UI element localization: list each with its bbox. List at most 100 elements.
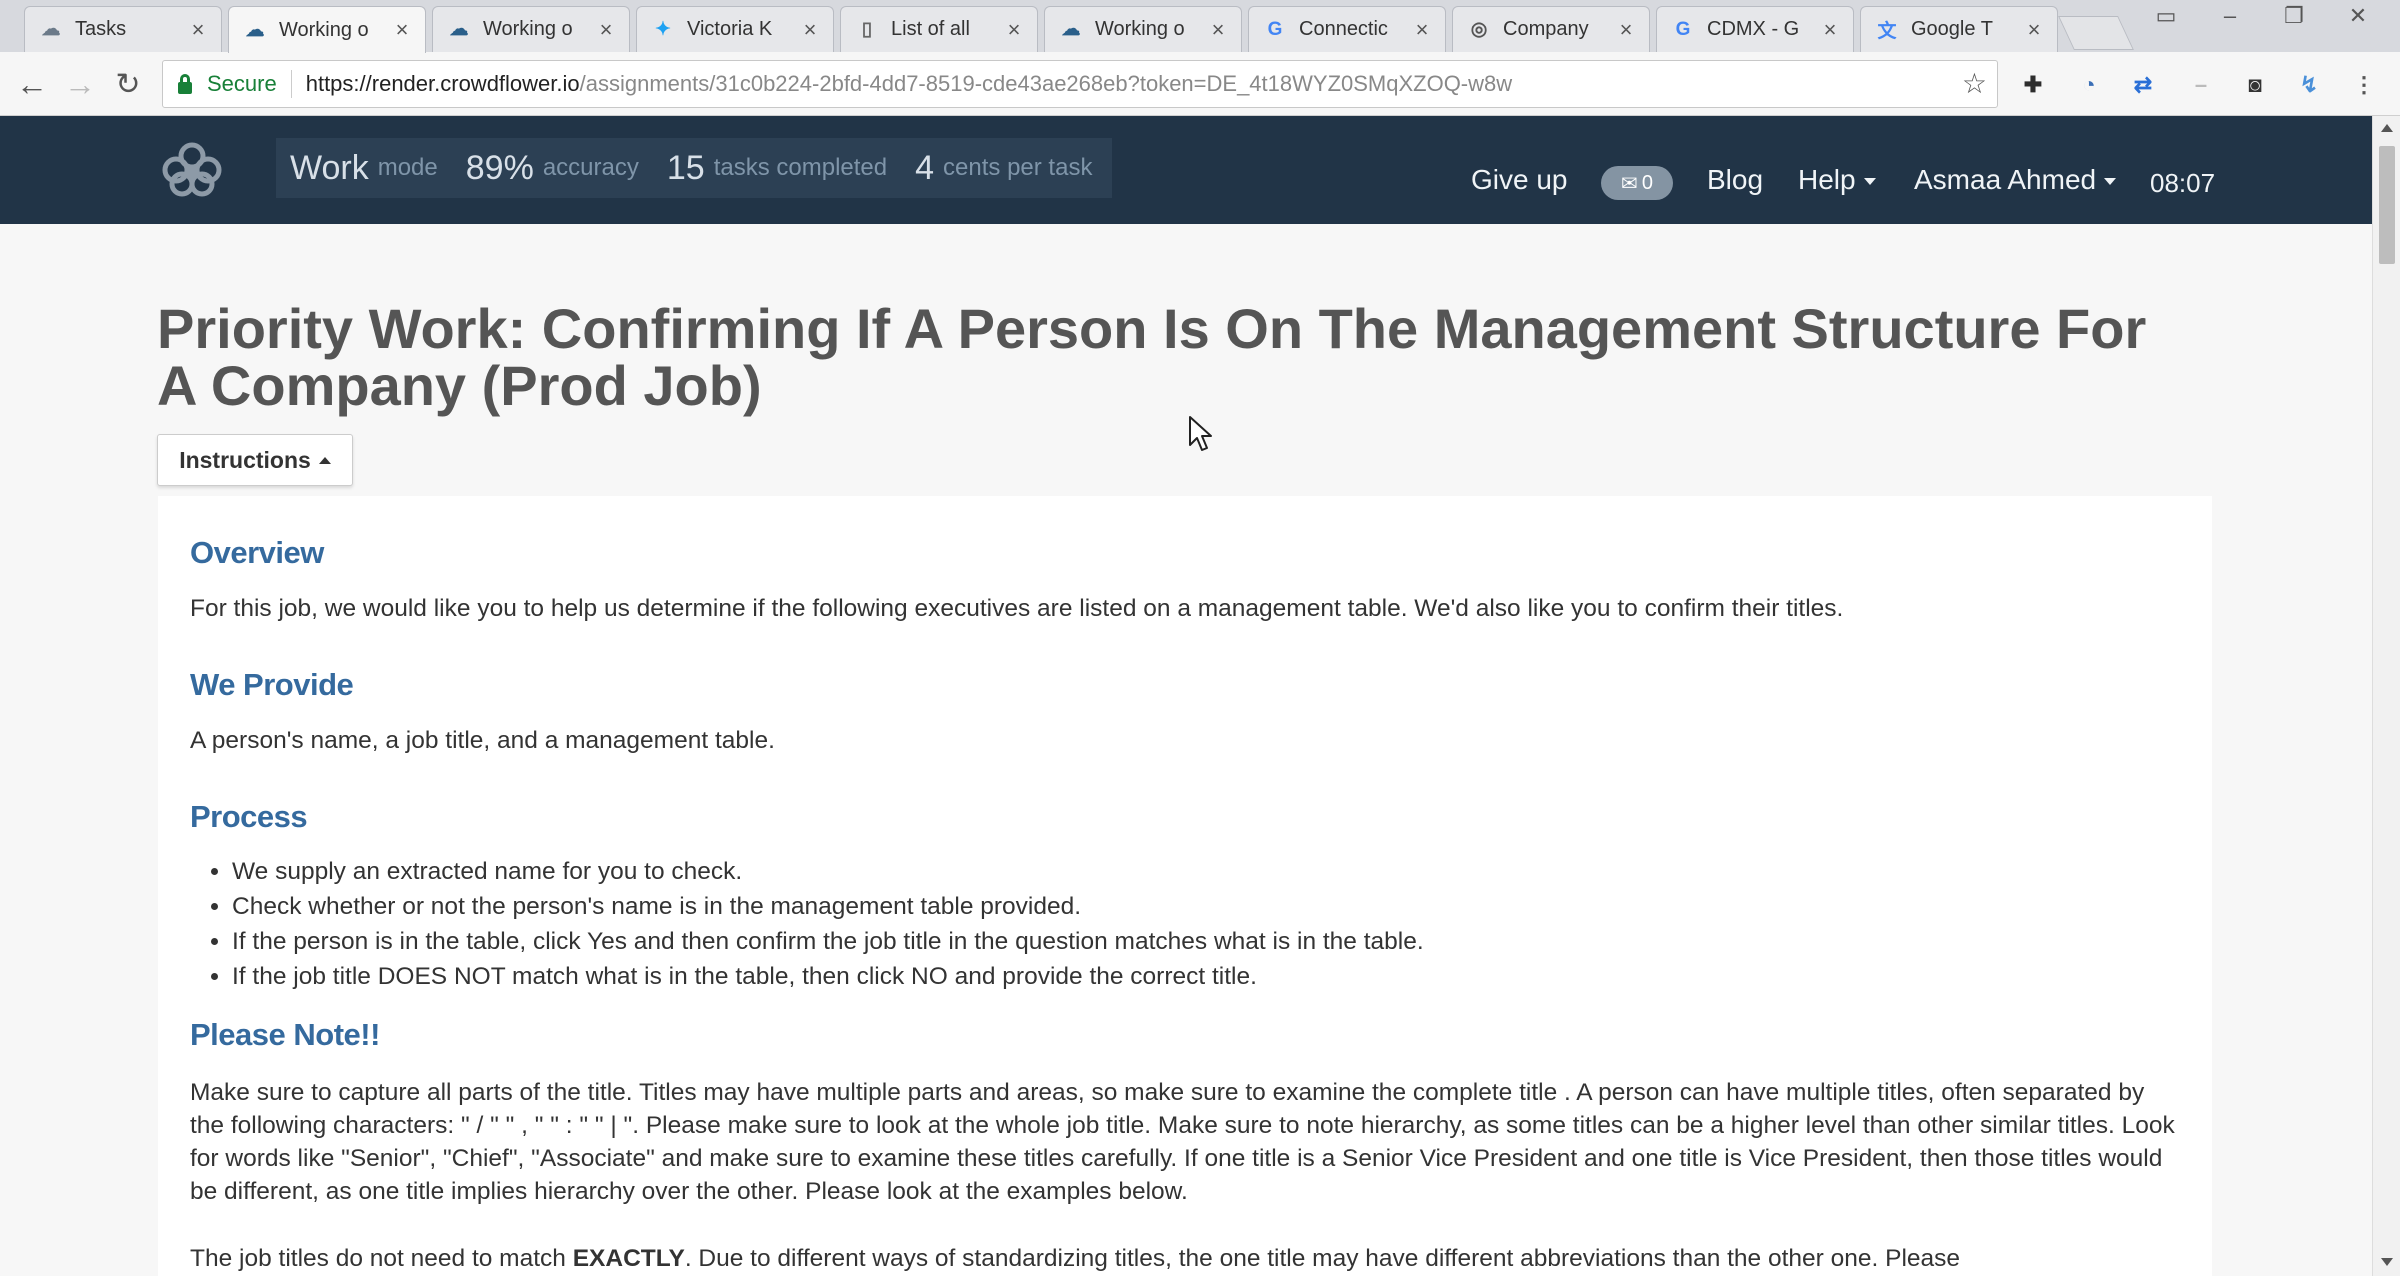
browser-tab-strip: ☁ Tasks × ☁ Working o × ☁ Working o × ✦ …: [0, 0, 2400, 53]
url-host: https://render.crowdflower.io: [305, 71, 580, 96]
secure-label: Secure: [207, 71, 277, 96]
give-up-link[interactable]: Give up: [1471, 164, 1568, 196]
user-profile-icon[interactable]: ▭: [2134, 0, 2198, 32]
close-icon[interactable]: ×: [187, 17, 209, 43]
process-heading: Process: [190, 799, 308, 834]
list-item: Check whether or not the person's name i…: [232, 889, 2132, 924]
messages-badge[interactable]: ✉ 0: [1601, 166, 1673, 200]
close-icon[interactable]: ×: [799, 17, 821, 43]
cents-per-task-value: 4: [915, 148, 935, 187]
page-scrollbar[interactable]: [2372, 116, 2400, 1276]
browser-tab-active[interactable]: ☁ Working o ×: [228, 6, 426, 53]
list-item: If the person is in the table, click Yes…: [232, 924, 2132, 959]
close-icon[interactable]: ×: [2023, 17, 2045, 43]
accuracy-label: accuracy: [542, 154, 639, 181]
extension-icon[interactable]: –: [2186, 70, 2216, 100]
title-match-emphasis: EXACTLY: [572, 1245, 685, 1272]
window-controls: ▭ – ❐ ✕: [2134, 0, 2390, 32]
scroll-up-arrow-icon[interactable]: [2381, 124, 2393, 132]
close-icon[interactable]: ×: [595, 17, 617, 43]
address-bar[interactable]: Secure https://render.crowdflower.io/ass…: [162, 60, 1998, 108]
close-icon[interactable]: ×: [1003, 17, 1025, 43]
tasks-completed-value: 15: [666, 148, 705, 187]
tab-title: Company: [1503, 18, 1589, 40]
browser-tab[interactable]: ▯ List of all ×: [840, 6, 1038, 52]
new-tab-button[interactable]: [2058, 16, 2134, 50]
extension-icon[interactable]: ◔: [2074, 70, 2104, 100]
close-icon[interactable]: ×: [1411, 17, 1433, 43]
mode-value: Work: [290, 148, 369, 187]
caret-up-icon: [318, 456, 331, 464]
close-icon[interactable]: ×: [1819, 17, 1841, 43]
divider: [290, 70, 292, 98]
page-favicon-icon: ▯: [861, 19, 873, 40]
browser-tab[interactable]: ✦ Victoria K ×: [636, 6, 834, 52]
translate-extension-icon[interactable]: ⇄: [2128, 70, 2158, 100]
title-match-prefix: The job titles do not need to match: [190, 1245, 573, 1272]
browser-tab[interactable]: ☁ Working o ×: [1044, 6, 1242, 52]
back-icon[interactable]: ←: [12, 64, 52, 104]
google-favicon-icon: G: [1267, 18, 1283, 40]
blog-link[interactable]: Blog: [1707, 164, 1763, 196]
help-label: Help: [1798, 164, 1856, 195]
instructions-button-label: Instructions: [179, 446, 311, 473]
accuracy-value: 89%: [465, 148, 534, 187]
close-window-icon[interactable]: ✕: [2326, 0, 2390, 32]
tab-title: List of all: [891, 18, 970, 40]
task-timer: 08:07: [2150, 168, 2216, 198]
tab-title: Connectic: [1299, 18, 1388, 40]
worker-stats: Work mode 89% accuracy 15 tasks complete…: [276, 138, 1113, 198]
user-menu[interactable]: Asmaa Ahmed: [1914, 164, 2117, 196]
tab-title: CDMX - G: [1707, 18, 1800, 40]
tab-title: Google T: [1911, 18, 1993, 40]
reload-icon[interactable]: ↻: [108, 64, 148, 104]
close-icon[interactable]: ×: [1207, 17, 1229, 43]
list-item: If the job title DOES NOT match what is …: [232, 959, 2132, 994]
mail-count: 0: [1641, 171, 1653, 194]
extension-icon[interactable]: ◙: [2240, 70, 2270, 100]
list-item: We supply an extracted name for you to c…: [232, 854, 2132, 889]
mode-label: mode: [377, 154, 438, 181]
menu-kebab-icon[interactable]: ⋮: [2353, 70, 2375, 100]
please-note-text: Make sure to capture all parts of the ti…: [190, 1079, 2175, 1205]
overview-heading: Overview: [190, 535, 324, 570]
forward-icon[interactable]: →: [60, 64, 100, 104]
tab-title: Working o: [1095, 18, 1185, 40]
extension-icon[interactable]: ✚: [2018, 70, 2048, 100]
maximize-icon[interactable]: ❐: [2262, 0, 2326, 32]
process-list: We supply an extracted name for you to c…: [232, 854, 2132, 994]
overview-text: For this job, we would like you to help …: [190, 595, 1844, 622]
extension-icon[interactable]: ↯: [2294, 70, 2324, 100]
title-match-suffix: . Due to different ways of standardizing…: [684, 1245, 1961, 1272]
browser-tab[interactable]: ◎ Company ×: [1452, 6, 1650, 52]
url-path: /assignments/31c0b224-2bfd-4dd7-8519-cde…: [579, 71, 1513, 96]
instructions-toggle-button[interactable]: Instructions: [157, 434, 353, 486]
crowdflower-logo-icon: [162, 142, 222, 197]
crowdflower-favicon-icon: ☁: [245, 19, 265, 41]
close-icon[interactable]: ×: [1615, 17, 1637, 43]
page-title: Priority Work: Confirming If A Person Is…: [157, 297, 2147, 417]
help-menu[interactable]: Help: [1798, 164, 1876, 196]
title-match-text: The job titles do not need to match EXAC…: [190, 1242, 2390, 1275]
crowdflower-favicon-icon: ☁: [1061, 19, 1081, 40]
browser-tab[interactable]: G Connectic ×: [1248, 6, 1446, 52]
user-name: Asmaa Ahmed: [1914, 164, 2097, 195]
browser-tab[interactable]: 文 Google T ×: [1860, 6, 2058, 52]
crowdflower-favicon-icon: ☁: [41, 19, 61, 40]
please-note-heading: Please Note!!: [190, 1017, 380, 1052]
chevron-down-icon: [1863, 178, 1876, 186]
close-icon[interactable]: ×: [391, 17, 413, 43]
scroll-thumb[interactable]: [2379, 146, 2395, 264]
lock-icon: [177, 74, 193, 94]
globe-favicon-icon: ◎: [1470, 19, 1488, 40]
mail-icon: ✉: [1621, 172, 1638, 195]
bookmark-star-icon[interactable]: ☆: [1962, 67, 1987, 100]
chevron-down-icon: [2104, 178, 2117, 186]
browser-tab[interactable]: ☁ Working o ×: [432, 6, 630, 52]
google-translate-favicon-icon: 文: [1877, 21, 1897, 42]
cents-per-task-label: cents per task: [943, 154, 1093, 181]
google-favicon-icon: G: [1675, 18, 1691, 40]
minimize-icon[interactable]: –: [2198, 0, 2262, 32]
browser-tab[interactable]: G CDMX - G ×: [1656, 6, 1854, 52]
browser-tab[interactable]: ☁ Tasks ×: [24, 6, 222, 52]
